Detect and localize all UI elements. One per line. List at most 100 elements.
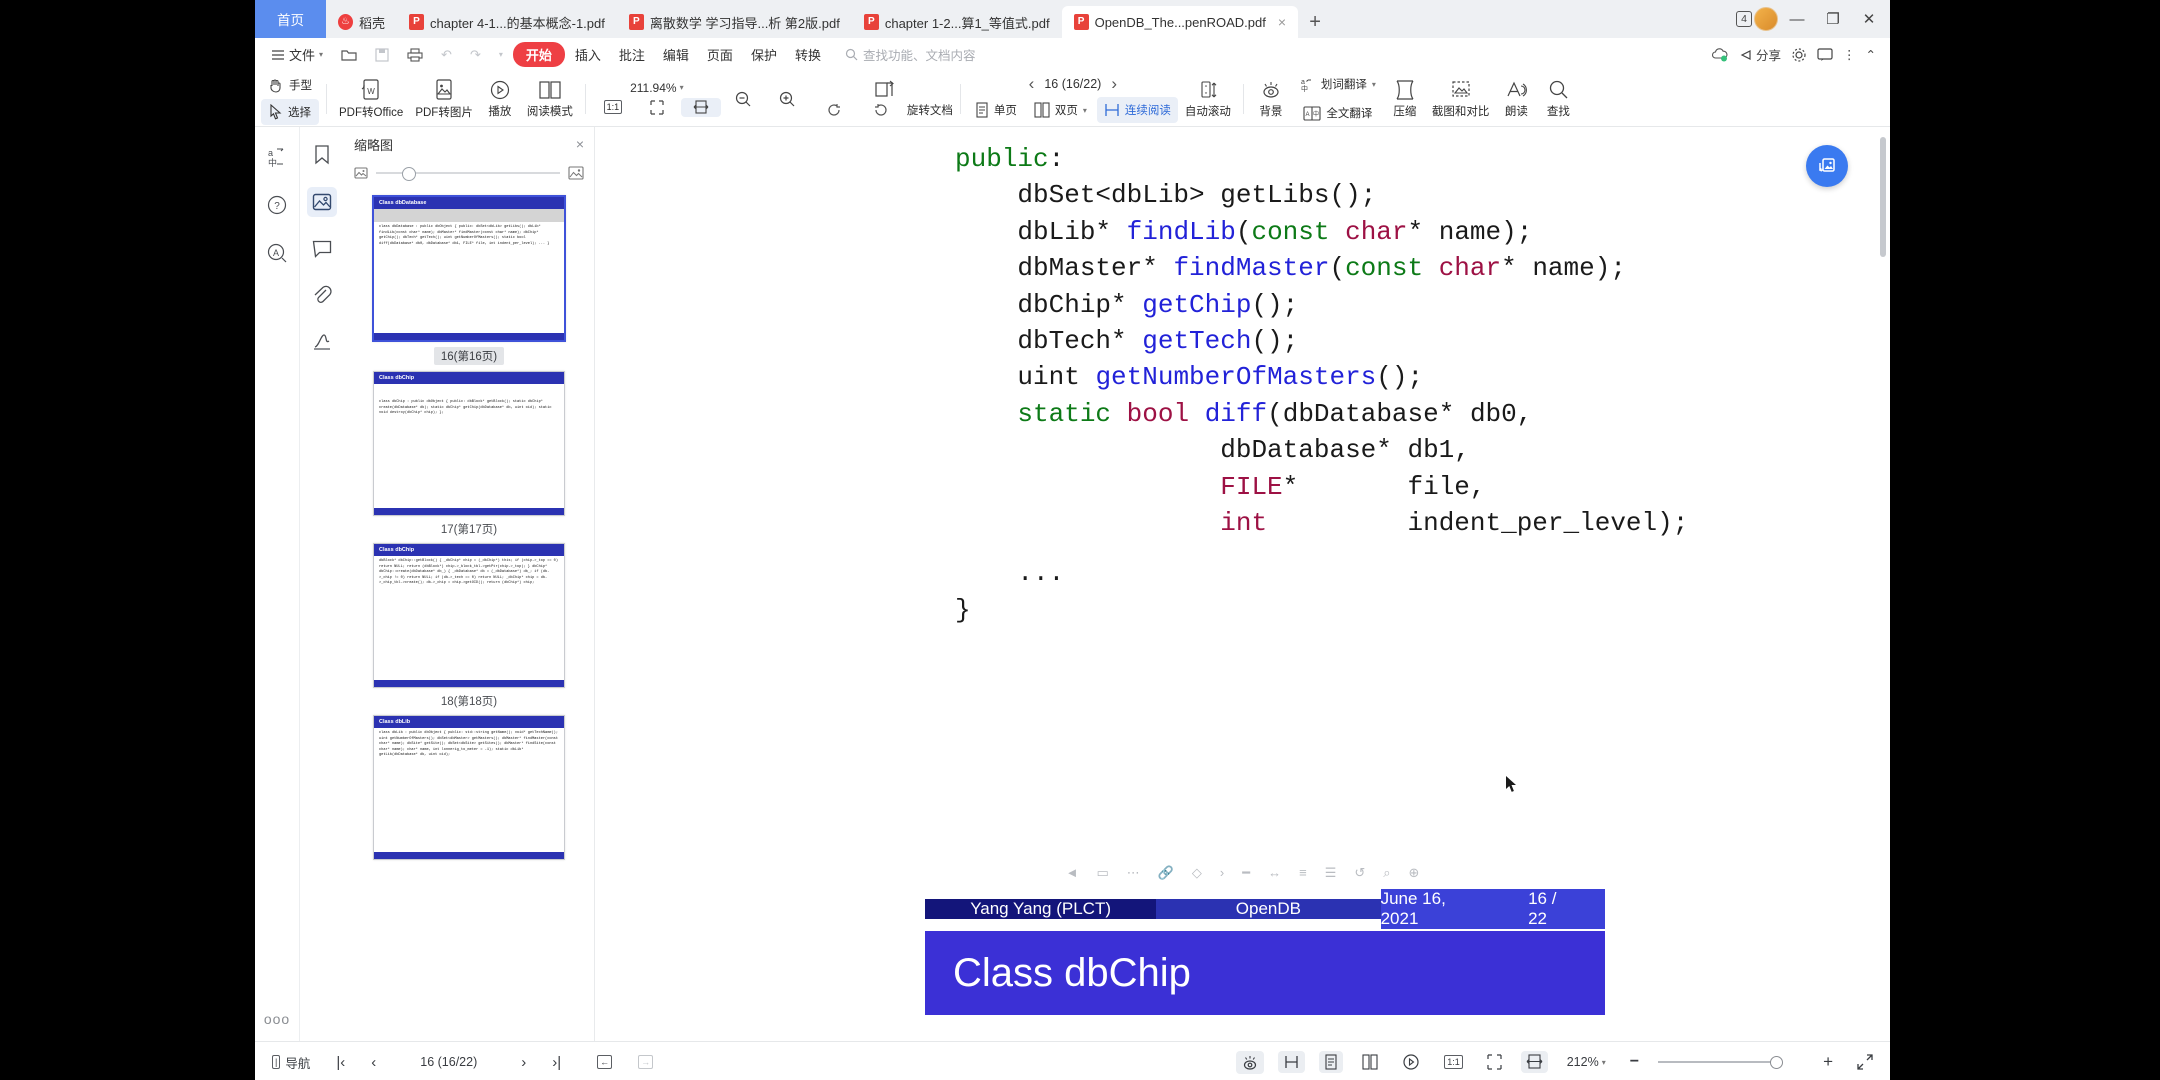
play-slideshow-button[interactable] xyxy=(1397,1050,1425,1074)
fullscreen-button[interactable] xyxy=(1852,1051,1878,1073)
fit-page-button[interactable] xyxy=(1482,1051,1507,1073)
tab-docer[interactable]: ♨ 稻壳 xyxy=(326,6,397,38)
zoom-level-select[interactable]: 211.94% ▾ xyxy=(626,81,688,95)
mini-rect-icon[interactable]: ▭ xyxy=(1096,865,1108,881)
next-page-button[interactable]: › xyxy=(516,1051,531,1074)
close-icon[interactable]: × xyxy=(1278,14,1286,30)
share-button[interactable]: 分享 xyxy=(1739,45,1781,64)
gear-icon[interactable] xyxy=(1791,47,1807,63)
signature-icon[interactable] xyxy=(308,327,336,355)
tool-pdf-to-office[interactable]: W PDF转Office xyxy=(334,76,408,122)
tool-select[interactable]: 选择 xyxy=(261,99,319,125)
tool-find[interactable]: 查找 xyxy=(1538,77,1578,121)
mini-shape-icon[interactable]: ◇ xyxy=(1192,865,1202,881)
file-menu[interactable]: 文件 ▾ xyxy=(263,42,331,67)
mini-dots-icon[interactable]: ⋯ xyxy=(1127,865,1140,881)
single-page-toggle[interactable] xyxy=(1319,1051,1344,1073)
thumbnail-page-18[interactable]: Class dbChip dbBlock* dbChip::getBlock()… xyxy=(373,543,565,688)
quick-access-chevron-icon[interactable]: ▾ xyxy=(491,47,511,62)
attachment-icon[interactable] xyxy=(308,281,336,309)
next-page-button[interactable]: › xyxy=(1111,74,1117,94)
help-rail-icon[interactable]: ? xyxy=(263,191,291,219)
tool-hand[interactable]: 手型 xyxy=(261,72,319,98)
tool-screenshot-compare[interactable]: 截图和对比 xyxy=(1427,77,1495,121)
maximize-button[interactable]: ❐ xyxy=(1816,2,1850,36)
new-tab-button[interactable]: + xyxy=(1298,6,1332,38)
tab-pdf-2[interactable]: P 离散数学 学习指导...析 第2版.pdf xyxy=(617,6,852,38)
fit-width-button[interactable] xyxy=(680,97,721,117)
feedback-comment-icon[interactable] xyxy=(1817,47,1833,62)
tab-pdf-4-active[interactable]: P OpenDB_The...penROAD.pdf × xyxy=(1061,6,1299,38)
last-page-button[interactable]: ›| xyxy=(547,1051,566,1074)
menu-item-edit[interactable]: 编辑 xyxy=(655,42,697,67)
actual-size-button[interactable]: 1:1 xyxy=(1439,1052,1468,1072)
mini-line-icon[interactable]: ━ xyxy=(1242,865,1250,881)
open-icon[interactable] xyxy=(333,45,365,65)
redo-icon[interactable]: ↷ xyxy=(462,44,489,66)
slider-track[interactable] xyxy=(376,167,560,181)
thumbnail-list[interactable]: Class dbDatabase class dbDatabase : publ… xyxy=(344,189,594,1041)
window-count-badge[interactable]: 4 xyxy=(1736,11,1752,27)
double-page-toggle[interactable] xyxy=(1357,1051,1383,1073)
menu-item-comment[interactable]: 批注 xyxy=(611,42,653,67)
more-vertical-icon[interactable]: ⋮ xyxy=(1843,47,1856,62)
bookmark-icon[interactable] xyxy=(308,141,336,169)
status-page-indicator[interactable]: 16 (16/22) xyxy=(415,1052,482,1072)
mini-more-icon[interactable]: › xyxy=(1220,865,1224,881)
thumbnail-item[interactable]: Class dbChip dbBlock* dbChip::getBlock()… xyxy=(344,543,594,709)
convert-to-image-button[interactable] xyxy=(1806,145,1848,187)
tool-read-aloud[interactable]: 朗读 xyxy=(1496,77,1536,121)
thumbnail-item[interactable]: Class dbDatabase class dbDatabase : publ… xyxy=(344,195,594,365)
rotate-cw-button[interactable] xyxy=(861,101,901,119)
tool-background[interactable]: 背景 xyxy=(1251,77,1291,121)
mini-link-icon[interactable]: 🔗 xyxy=(1158,865,1174,881)
mini-zoom-icon[interactable]: ⌕ xyxy=(1383,865,1390,881)
thumbnail-icon[interactable] xyxy=(307,187,337,217)
translate-rail-icon[interactable]: a中 xyxy=(263,143,291,171)
fit-width-button[interactable] xyxy=(1520,1051,1548,1073)
thumbnail-page-16[interactable]: Class dbDatabase class dbDatabase : publ… xyxy=(372,195,566,342)
rotate-ccw-button[interactable] xyxy=(815,101,855,119)
forward-button[interactable]: → xyxy=(633,1052,658,1072)
status-zoom-value[interactable]: 212% ▾ xyxy=(1562,1052,1611,1072)
minimize-button[interactable]: — xyxy=(1780,2,1814,36)
avatar[interactable] xyxy=(1754,7,1778,31)
tool-pdf-to-image[interactable]: PDF转图片 xyxy=(410,76,478,122)
tool-reading-mode[interactable]: 阅读模式 xyxy=(522,77,578,121)
prev-page-button[interactable]: ‹ xyxy=(1029,74,1035,94)
page-indicator[interactable]: 16 (16/22) xyxy=(1044,77,1101,91)
tool-double-page[interactable]: 双页 ▾ xyxy=(1027,97,1094,123)
fit-actual-button[interactable]: 1:1 xyxy=(593,98,633,117)
menu-item-page[interactable]: 页面 xyxy=(699,42,741,67)
back-button[interactable]: ← xyxy=(592,1052,617,1072)
viewer-scrollbar[interactable] xyxy=(1878,127,1888,1041)
menu-item-convert[interactable]: 转换 xyxy=(787,42,829,67)
first-page-button[interactable]: |‹ xyxy=(331,1051,350,1074)
zoom-slider[interactable] xyxy=(1658,1056,1784,1070)
zoom-in-button[interactable] xyxy=(767,88,807,110)
tool-auto-scroll[interactable]: 自动滚动 xyxy=(1180,77,1236,121)
thumbnail-page-17[interactable]: Class dbChip class dbChip : public dbObj… xyxy=(373,371,565,516)
mini-undo-icon[interactable]: ↺ xyxy=(1354,865,1365,881)
tool-single-page[interactable]: 单页 xyxy=(968,97,1024,123)
thumbnail-page-19[interactable]: Class dbLib class dbLib : public dbObjec… xyxy=(373,715,565,860)
undo-icon[interactable]: ↶ xyxy=(433,44,460,66)
zoom-out-button[interactable] xyxy=(723,88,763,110)
menu-item-protect[interactable]: 保护 xyxy=(743,42,785,67)
mini-arrow-icon[interactable]: ↔ xyxy=(1268,865,1281,881)
mini-expand-icon[interactable]: ⊕ xyxy=(1409,865,1420,881)
zoom-slider-track[interactable] xyxy=(1658,1056,1784,1070)
close-icon[interactable]: × xyxy=(576,136,584,152)
thumbnail-item[interactable]: Class dbChip class dbChip : public dbObj… xyxy=(344,371,594,537)
tool-full-translate[interactable]: A中 全文翻译 xyxy=(1293,100,1383,126)
mini-pointer-icon[interactable]: ◄ xyxy=(1066,865,1079,881)
zoom-slider-knob[interactable] xyxy=(1770,1056,1784,1070)
eye-protect-toggle[interactable] xyxy=(1236,1050,1265,1074)
page-mini-toolbar[interactable]: ◄ ▭ ⋯ 🔗 ◇ › ━ ↔ ≡ ☰ ↺ ⌕ ⊕ xyxy=(595,865,1890,881)
tool-word-translate[interactable]: a中 划词翻译 ▾ xyxy=(1293,71,1383,97)
mini-text-icon[interactable]: ≡ xyxy=(1299,865,1307,881)
print-icon[interactable] xyxy=(399,45,431,65)
slider-knob[interactable] xyxy=(401,167,416,181)
tab-home[interactable]: 首页 xyxy=(255,0,326,38)
thumbnail-size-slider[interactable] xyxy=(344,161,594,189)
